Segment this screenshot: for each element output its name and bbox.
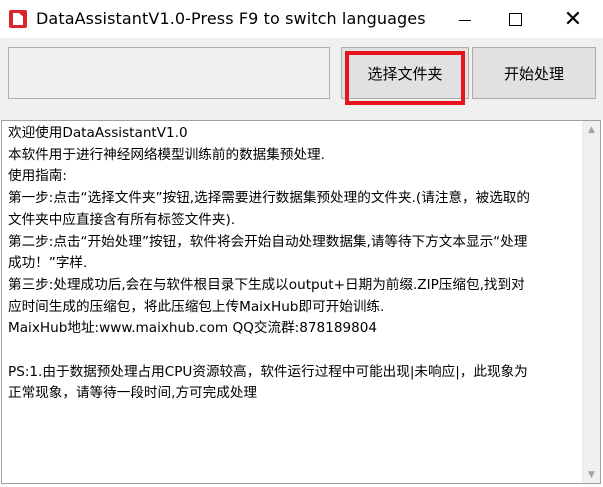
vertical-scrollbar[interactable]: ▲ ▼ — [582, 121, 600, 483]
minimize-button[interactable] — [442, 0, 488, 38]
start-process-label: 开始处理 — [503, 64, 564, 83]
log-line: MaixHub地址:www.maixhub.com QQ交流群:87818980… — [8, 320, 378, 337]
start-process-button[interactable]: 开始处理 — [472, 47, 596, 99]
title-bar: DataAssistantV1.0-Press F9 to switch lan… — [0, 0, 603, 38]
log-line: PS:1.由于数据预处理占用CPU资源较高，软件运行过程中可能出现|未响应|，此… — [8, 363, 528, 380]
log-text: 欢迎使用DataAssistantV1.0 本软件用于进行神经网络模型训练前的数… — [8, 123, 580, 405]
window-title: DataAssistantV1.0-Press F9 to switch lan… — [36, 9, 426, 28]
log-line: 第三步:处理成功后,会在与软件根目录下生成以output+日期为前缀.ZIP压缩… — [8, 276, 525, 293]
scroll-up-arrow-icon[interactable]: ▲ — [583, 121, 600, 138]
close-button[interactable]: ✕ — [550, 0, 596, 38]
close-icon: ✕ — [563, 6, 583, 32]
log-line: 应时间生成的压缩包，将此压缩包上传MaixHub即可开始训练. — [8, 298, 385, 315]
scroll-down-arrow-icon[interactable]: ▼ — [583, 466, 600, 483]
log-line: 正常现象，请等待一段时间,方可完成处理 — [8, 385, 258, 402]
log-line: 文件夹中应直接含有所有标签文件夹). — [8, 211, 236, 228]
log-line: 欢迎使用DataAssistantV1.0 — [8, 125, 188, 141]
folder-path-field[interactable] — [8, 47, 330, 99]
select-folder-button[interactable]: 选择文件夹 — [341, 47, 469, 105]
app-icon — [9, 10, 27, 28]
log-line: 使用指南: — [8, 168, 67, 185]
minimize-icon — [459, 19, 471, 21]
log-line: 成功！”字样. — [8, 255, 88, 272]
log-line: 第二步:点击“开始处理”按钮，软件将会开始自动处理数据集,请等待下方文本显示“处… — [8, 233, 528, 250]
log-textarea[interactable]: 欢迎使用DataAssistantV1.0 本软件用于进行神经网络模型训练前的数… — [1, 120, 601, 484]
log-line: 第一步:点击“选择文件夹”按钮,选择需要进行数据集预处理的文件夹.(请注意，被选… — [8, 190, 530, 207]
maximize-icon — [508, 12, 522, 26]
log-line: 本软件用于进行神经网络模型训练前的数据集预处理. — [8, 146, 325, 163]
highlight-box — [345, 51, 465, 105]
maximize-button[interactable] — [492, 0, 538, 38]
